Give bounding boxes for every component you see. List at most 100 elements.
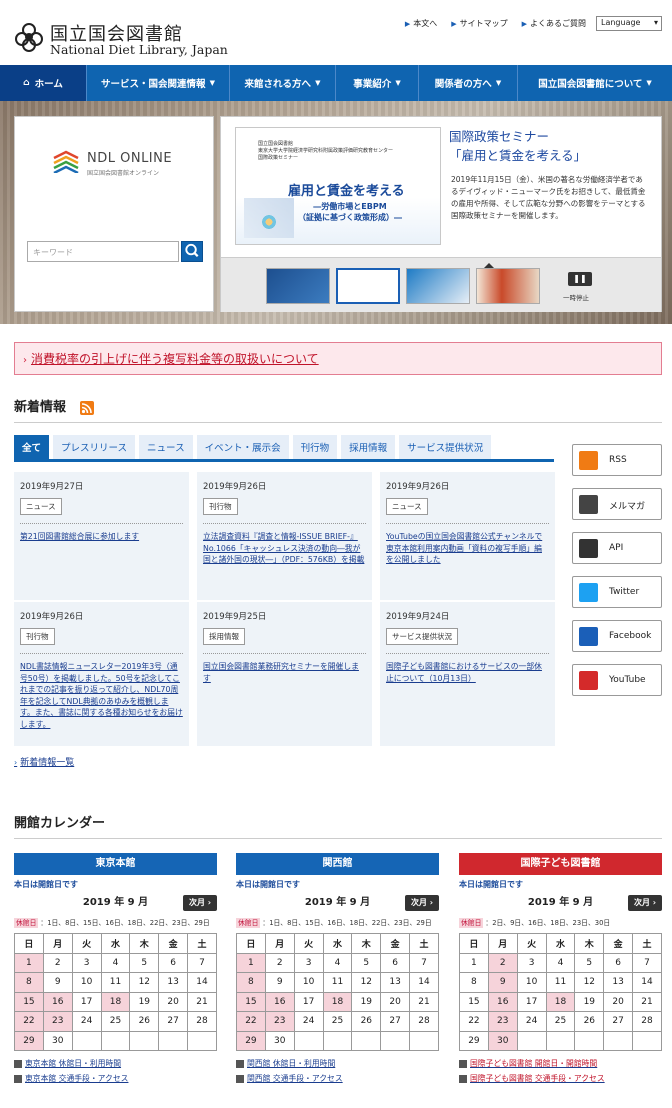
next-month-label: 次月 xyxy=(410,898,427,907)
weekday-header: 月 xyxy=(42,933,73,954)
tab-events[interactable]: イベント・展示会 xyxy=(196,435,289,459)
nav-stakeholders[interactable]: 関係者の方へ ▼ xyxy=(418,65,517,101)
hours-link[interactable]: 関西館 休館日・利用時間 xyxy=(236,1056,439,1071)
train-icon xyxy=(459,1075,467,1083)
important-notice[interactable]: › 消費税率の引上げに伴う複写料金等の取扱いについて xyxy=(14,342,662,375)
calendar-library-name[interactable]: 東京本館 xyxy=(14,853,217,875)
calendar-day: 15 xyxy=(459,991,489,1012)
mail-magazine-button[interactable]: メルマガ xyxy=(572,488,662,520)
chevron-right-icon: › xyxy=(204,898,212,907)
news-category-tag: ニュース xyxy=(20,498,62,515)
calendar-tokyo: 東京本館 本日は開館日です 2019 年 9 月 次月 › 休館日 ：1日、8日、15日、… xyxy=(14,853,217,1086)
calendar-day: 28 xyxy=(632,1011,662,1032)
language-select[interactable]: Language xyxy=(596,16,662,31)
weekday-header: 木 xyxy=(129,933,160,954)
hours-link[interactable]: 国際子ども図書館 開館日・開館時間 xyxy=(459,1056,662,1071)
closed-label: 休館日 xyxy=(236,918,261,928)
calendar-day: 9 xyxy=(264,972,295,993)
youtube-button[interactable]: YouTube xyxy=(572,664,662,696)
news-item: 2019年9月26日 刊行物 立法調査資料『調査と情報-ISSUE BRIEF-… xyxy=(197,472,372,600)
news-link[interactable]: 第21回図書館総合展に参加します xyxy=(20,531,183,543)
nav-services[interactable]: サービス・国会関連情報 ▼ xyxy=(86,65,229,101)
news-category-tag: 刊行物 xyxy=(20,628,55,645)
calendar-day: 14 xyxy=(409,972,439,993)
nav-home[interactable]: ⌂ ホーム xyxy=(0,65,86,101)
skip-to-content-link[interactable]: ▶ 本文へ xyxy=(405,18,437,29)
next-month-button[interactable]: 次月 › xyxy=(405,895,439,911)
twitter-icon xyxy=(579,583,598,602)
calendar-day: 12 xyxy=(351,972,382,993)
rss-button[interactable]: RSS xyxy=(572,444,662,476)
news-link[interactable]: YouTubeの国立国会図書館公式チャンネルで東京本館利用案内動画「資料の複写手… xyxy=(386,531,549,566)
nav-visitors[interactable]: 来館される方へ ▼ xyxy=(229,65,335,101)
slide-thumb-3[interactable] xyxy=(406,268,470,304)
news-link[interactable]: 国立国会図書館業務研究セミナーを開催します xyxy=(203,661,366,684)
calendar-day: 2 xyxy=(264,952,295,973)
calendar-day: 20 xyxy=(158,991,189,1012)
nav-projects[interactable]: 事業紹介 ▼ xyxy=(335,65,418,101)
nav-about[interactable]: 国立国会図書館について ▼ xyxy=(517,65,672,101)
slide-thumb-2[interactable] xyxy=(336,263,495,304)
calendar-day: 17 xyxy=(293,991,324,1012)
calendar-library-name[interactable]: 国際子ども図書館 xyxy=(459,853,662,875)
site-logo[interactable]: 国立国会図書館 National Diet Library, Japan xyxy=(14,20,254,60)
pause-button[interactable]: ❚❚ xyxy=(568,272,592,286)
chevron-right-icon: › xyxy=(426,898,434,907)
news-link[interactable]: 国際子ども図書館におけるサービスの一部休止について（10月13日） xyxy=(386,661,549,684)
chevron-right-icon: ▶ xyxy=(451,20,457,28)
slide-thumb-4[interactable] xyxy=(476,268,540,304)
tab-news[interactable]: ニュース xyxy=(139,435,193,459)
slide-title[interactable]: 国際政策セミナー 「雇用と賃金を考える」 xyxy=(449,127,586,165)
search-button[interactable] xyxy=(181,241,203,262)
news-list-link[interactable]: › 新着情報一覧 xyxy=(14,755,74,768)
api-button[interactable]: API xyxy=(572,532,662,564)
tab-press-release[interactable]: プレスリリース xyxy=(53,435,136,459)
tab-publications[interactable]: 刊行物 xyxy=(292,435,338,459)
weekday-header: 水 xyxy=(100,933,131,954)
calendar-day xyxy=(187,1030,217,1051)
weekday-header: 金 xyxy=(603,933,634,954)
closed-days-list: 2日、9日、16日、18日、23日、30日 xyxy=(492,919,611,927)
chevron-down-icon: ▼ xyxy=(646,79,652,87)
news-date: 2019年9月26日 xyxy=(386,482,450,492)
hours-link[interactable]: 東京本館 休館日・利用時間 xyxy=(14,1056,217,1071)
tab-service-status[interactable]: サービス提供状況 xyxy=(399,435,492,459)
sitemap-link[interactable]: ▶ サイトマップ xyxy=(451,18,507,29)
access-link[interactable]: 関西館 交通手段・アクセス xyxy=(236,1071,439,1086)
calendar-day: 22 xyxy=(459,1011,489,1032)
seminar-banner[interactable]: 国立国会図書館 東京大学大学院経済学研究科附属政策評価研究教育センター 国際政策… xyxy=(235,127,441,245)
faq-link[interactable]: ▶ よくあるご質問 xyxy=(522,18,586,29)
next-month-button[interactable]: 次月 › xyxy=(628,895,662,911)
calendar-day: 12 xyxy=(129,972,160,993)
news-link[interactable]: 立法調査資料『調査と情報-ISSUE BRIEF-』No.1066「キャッシュレ… xyxy=(203,531,366,566)
notice-link[interactable]: 消費税率の引上げに伴う複写料金等の取扱いについて xyxy=(31,352,319,366)
closed-days: 休館日 ：1日、8日、15日、16日、18日、22日、23日、29日 xyxy=(236,918,432,928)
next-month-button[interactable]: 次月 › xyxy=(183,895,217,911)
news-link[interactable]: NDL書誌情報ニュースレター2019年3号（通号50号）を掲載しました。50号を… xyxy=(20,661,183,730)
calendar-day: 19 xyxy=(574,991,605,1012)
ndl-online-search-box: NDL ONLINE 国立国会図書館オンライン キーワード xyxy=(14,116,214,312)
chevron-down-icon: ▼ xyxy=(209,79,215,87)
calendar-day: 1 xyxy=(236,952,266,973)
slide-thumb-1[interactable] xyxy=(266,268,330,304)
calendar-day: 9 xyxy=(42,972,73,993)
calendar-links: 東京本館 休館日・利用時間 東京本館 交通手段・アクセス xyxy=(14,1056,217,1086)
calendar-day: 27 xyxy=(603,1011,634,1032)
tab-all[interactable]: 全て xyxy=(14,435,50,459)
calendar-day: 2 xyxy=(42,952,73,973)
rss-icon[interactable] xyxy=(80,400,95,415)
calendar-day xyxy=(545,1030,576,1051)
tab-recruitment[interactable]: 採用情報 xyxy=(341,435,396,459)
calendar-library-name[interactable]: 関西館 xyxy=(236,853,439,875)
calendar-day: 1 xyxy=(459,952,489,973)
news-category-tag: サービス提供状況 xyxy=(386,628,458,645)
access-link[interactable]: 東京本館 交通手段・アクセス xyxy=(14,1071,217,1086)
calendar-day: 8 xyxy=(459,972,489,993)
facebook-button[interactable]: Facebook xyxy=(572,620,662,652)
twitter-button[interactable]: Twitter xyxy=(572,576,662,608)
calendar-day xyxy=(71,1030,102,1051)
access-link[interactable]: 国際子ども図書館 交通手段・アクセス xyxy=(459,1071,662,1086)
link-label: 関西館 交通手段・アクセス xyxy=(247,1074,343,1083)
calendar-day: 12 xyxy=(574,972,605,993)
keyword-search-input[interactable]: キーワード xyxy=(27,241,179,262)
